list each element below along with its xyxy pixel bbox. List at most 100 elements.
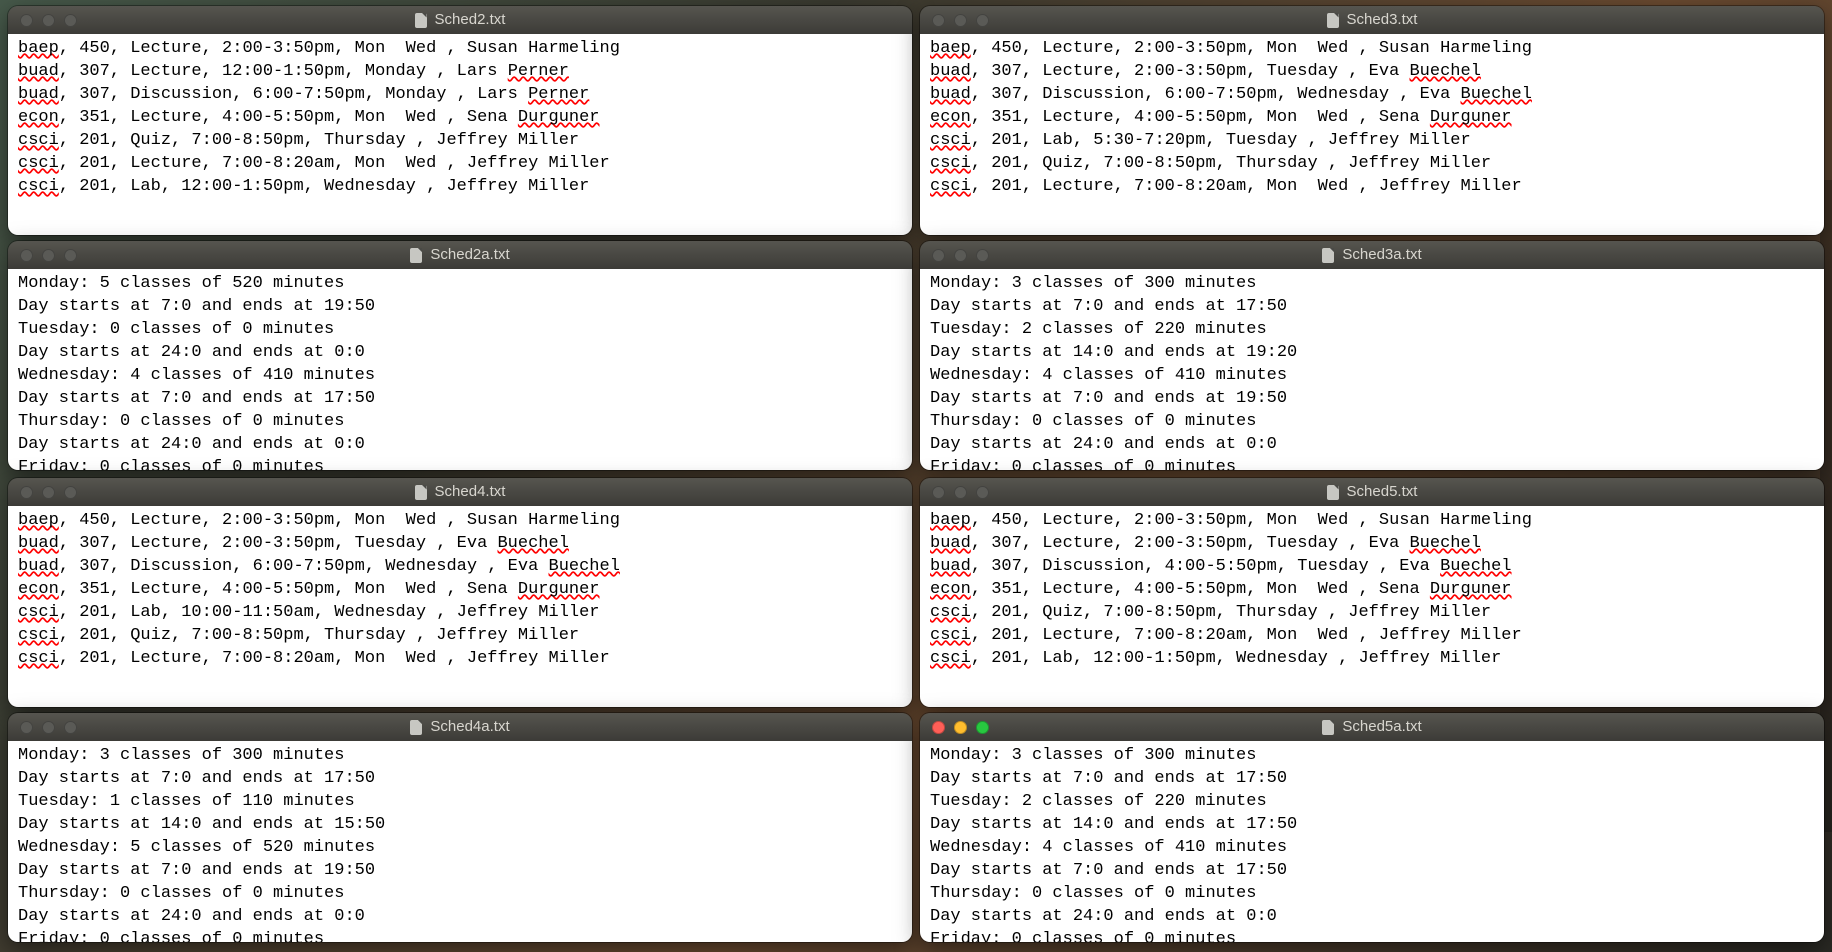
spellcheck-word: csci [930, 626, 971, 645]
text-segment: Day starts at 14:0 and ends at 15:50 [18, 815, 385, 834]
text-segment: , 450, Lecture, 2:00-3:50pm, Mon Wed , S… [971, 511, 1532, 530]
text-content[interactable]: Monday: 3 classes of 300 minutesDay star… [8, 741, 912, 942]
text-segment: , 201, Quiz, 7:00-8:50pm, Thursday , Jef… [971, 154, 1491, 173]
text-segment: Thursday: 0 classes of 0 minutes [930, 412, 1256, 431]
titlebar[interactable]: Sched3.txt [920, 6, 1824, 34]
close-button[interactable] [20, 249, 33, 262]
close-button[interactable] [20, 14, 33, 27]
spellcheck-word: buad [930, 557, 971, 576]
spellcheck-word: csci [930, 154, 971, 173]
close-button[interactable] [20, 721, 33, 734]
close-button[interactable] [932, 14, 945, 27]
zoom-button[interactable] [64, 486, 77, 499]
text-content[interactable]: baep, 450, Lecture, 2:00-3:50pm, Mon Wed… [920, 506, 1824, 707]
spellcheck-word: econ [930, 580, 971, 599]
text-line: Day starts at 24:0 and ends at 0:0 [18, 342, 902, 365]
window-title: Sched4a.txt [430, 717, 509, 737]
titlebar[interactable]: Sched2.txt [8, 6, 912, 34]
window-sched3a[interactable]: Sched3a.txt Monday: 3 classes of 300 min… [920, 241, 1824, 470]
spellcheck-word: Durguner [1430, 580, 1512, 599]
text-line: econ, 351, Lecture, 4:00-5:50pm, Mon Wed… [18, 107, 902, 130]
minimize-button[interactable] [954, 486, 967, 499]
text-segment: , 201, Lecture, 7:00-8:20am, Mon Wed , J… [971, 177, 1522, 196]
window-title: Sched5a.txt [1342, 717, 1421, 737]
text-content[interactable]: baep, 450, Lecture, 2:00-3:50pm, Mon Wed… [8, 506, 912, 707]
text-content[interactable]: Monday: 5 classes of 520 minutes Day star… [8, 269, 912, 470]
text-line: Thursday: 0 classes of 0 minutes [930, 411, 1814, 434]
document-icon [415, 13, 427, 28]
text-segment: Tuesday: 0 classes of 0 minutes [18, 320, 334, 339]
text-segment: , 201, Lecture, 7:00-8:20am, Mon Wed , J… [59, 649, 610, 668]
titlebar[interactable]: Sched3a.txt [920, 241, 1824, 269]
titlebar[interactable]: Sched2a.txt [8, 241, 912, 269]
text-content[interactable]: Monday: 3 classes of 300 minutesDay star… [920, 269, 1824, 470]
zoom-button[interactable] [64, 249, 77, 262]
text-line: buad, 307, Lecture, 2:00-3:50pm, Tuesday… [930, 61, 1814, 84]
minimize-button[interactable] [954, 721, 967, 734]
spellcheck-word: csci [18, 649, 59, 668]
minimize-button[interactable] [42, 721, 55, 734]
window-title: Sched2a.txt [430, 245, 509, 265]
window-sched3[interactable]: Sched3.txt baep, 450, Lecture, 2:00-3:50… [920, 6, 1824, 235]
text-line: csci, 201, Lab, 12:00-1:50pm, Wednesday … [18, 176, 902, 199]
text-segment: , 351, Lecture, 4:00-5:50pm, Mon Wed , S… [971, 108, 1430, 127]
zoom-button[interactable] [64, 721, 77, 734]
traffic-lights [920, 486, 989, 499]
zoom-button[interactable] [64, 14, 77, 27]
text-line: baep, 450, Lecture, 2:00-3:50pm, Mon Wed… [930, 38, 1814, 61]
window-sched4a[interactable]: Sched4a.txt Monday: 3 classes of 300 min… [8, 713, 912, 942]
text-line: csci, 201, Quiz, 7:00-8:50pm, Thursday ,… [18, 130, 902, 153]
text-segment: Monday: 5 classes of 520 minutes [18, 274, 344, 293]
window-sched2[interactable]: Sched2.txt baep, 450, Lecture, 2:00-3:50… [8, 6, 912, 235]
zoom-button[interactable] [976, 14, 989, 27]
text-segment: , 201, Lab, 12:00-1:50pm, Wednesday , Je… [971, 649, 1502, 668]
text-segment: , 450, Lecture, 2:00-3:50pm, Mon Wed , S… [971, 39, 1532, 58]
window-sched4[interactable]: Sched4.txt baep, 450, Lecture, 2:00-3:50… [8, 478, 912, 707]
spellcheck-word: csci [930, 603, 971, 622]
spellcheck-word: csci [18, 177, 59, 196]
text-line: buad, 307, Discussion, 6:00-7:50pm, Wedn… [18, 556, 902, 579]
text-line: csci, 201, Lecture, 7:00-8:20am, Mon Wed… [18, 153, 902, 176]
window-sched5a[interactable]: Sched5a.txt Monday: 3 classes of 300 min… [920, 713, 1824, 942]
close-button[interactable] [932, 249, 945, 262]
close-button[interactable] [20, 486, 33, 499]
titlebar[interactable]: Sched5.txt [920, 478, 1824, 506]
spellcheck-word: baep [930, 511, 971, 530]
titlebar[interactable]: Sched5a.txt [920, 713, 1824, 741]
spellcheck-word: Buechel [549, 557, 620, 576]
minimize-button[interactable] [42, 249, 55, 262]
text-content[interactable]: Monday: 3 classes of 300 minutesDay star… [920, 741, 1824, 942]
close-button[interactable] [932, 721, 945, 734]
spellcheck-word: csci [18, 131, 59, 150]
minimize-button[interactable] [954, 14, 967, 27]
text-line: buad, 307, Discussion, 4:00-5:50pm, Tues… [930, 556, 1814, 579]
zoom-button[interactable] [976, 486, 989, 499]
text-content[interactable]: baep, 450, Lecture, 2:00-3:50pm, Mon Wed… [8, 34, 912, 235]
text-line: Wednesday: 4 classes of 410 minutes [930, 365, 1814, 388]
text-line: econ, 351, Lecture, 4:00-5:50pm, Mon Wed… [930, 579, 1814, 602]
text-line: Day starts at 24:0 and ends at 0:0 [930, 434, 1814, 457]
text-line: csci, 201, Lecture, 7:00-8:20am, Mon Wed… [930, 176, 1814, 199]
cell-bottom-right: Sched5.txt baep, 450, Lecture, 2:00-3:50… [920, 478, 1824, 942]
text-segment: , 351, Lecture, 4:00-5:50pm, Mon Wed , S… [59, 108, 518, 127]
minimize-button[interactable] [42, 486, 55, 499]
window-sched5[interactable]: Sched5.txt baep, 450, Lecture, 2:00-3:50… [920, 478, 1824, 707]
spellcheck-word: Durguner [1430, 108, 1512, 127]
zoom-button[interactable] [976, 249, 989, 262]
spellcheck-word: Buechel [1409, 62, 1480, 81]
window-sched2a[interactable]: Sched2a.txt Monday: 5 classes of 520 min… [8, 241, 912, 470]
minimize-button[interactable] [954, 249, 967, 262]
titlebar[interactable]: Sched4.txt [8, 478, 912, 506]
text-segment: Day starts at 7:0 and ends at 17:50 [18, 389, 375, 408]
text-content[interactable]: baep, 450, Lecture, 2:00-3:50pm, Mon Wed… [920, 34, 1824, 235]
text-line: buad, 307, Discussion, 6:00-7:50pm, Wedn… [930, 84, 1814, 107]
cell-top-right: Sched3.txt baep, 450, Lecture, 2:00-3:50… [920, 6, 1824, 470]
spellcheck-word: csci [18, 154, 59, 173]
minimize-button[interactable] [42, 14, 55, 27]
text-segment: , 201, Lecture, 7:00-8:20am, Mon Wed , J… [59, 154, 610, 173]
traffic-lights [8, 14, 77, 27]
text-line: Day starts at 14:0 and ends at 19:20 [930, 342, 1814, 365]
titlebar[interactable]: Sched4a.txt [8, 713, 912, 741]
close-button[interactable] [932, 486, 945, 499]
zoom-button[interactable] [976, 721, 989, 734]
